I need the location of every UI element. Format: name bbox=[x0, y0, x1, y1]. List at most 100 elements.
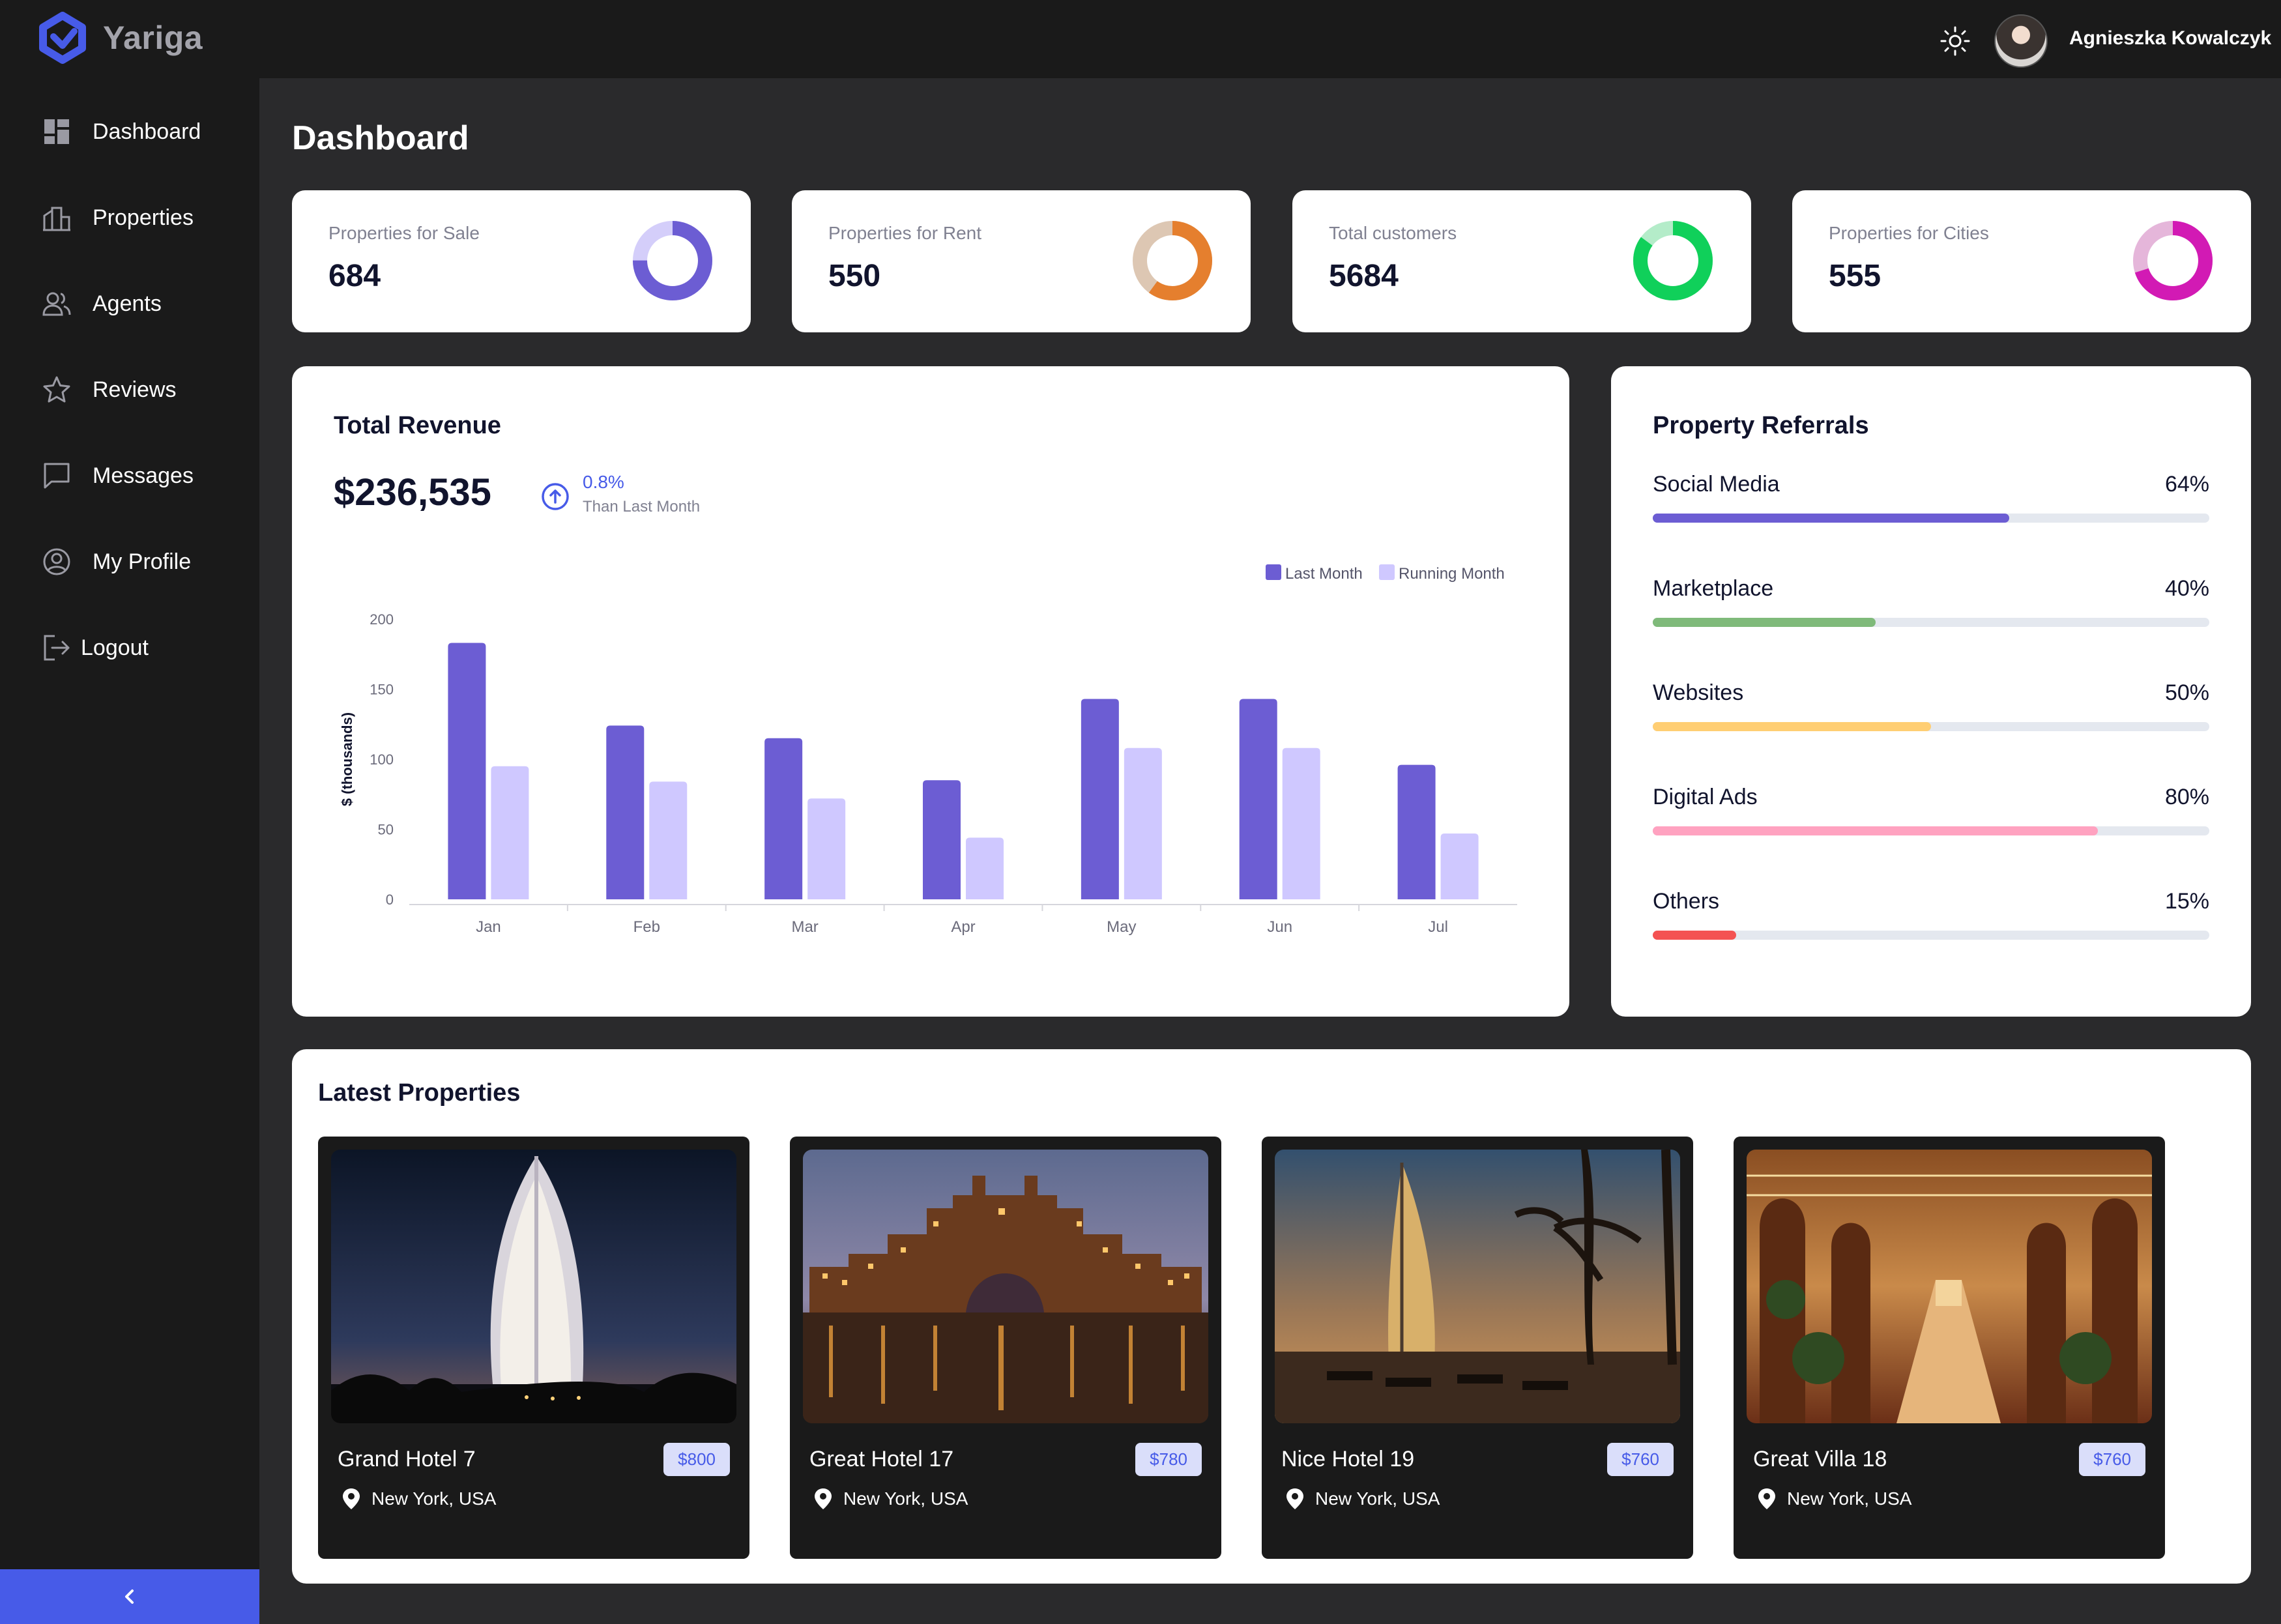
referral-progress-track bbox=[1653, 514, 2209, 523]
sidebar-item-reviews[interactable]: Reviews bbox=[42, 370, 176, 409]
legend-swatch bbox=[1379, 564, 1395, 580]
legend-swatch bbox=[1266, 564, 1281, 580]
bar-running-month[interactable] bbox=[1282, 747, 1320, 899]
sidebar-item-messages[interactable]: Messages bbox=[42, 456, 194, 495]
property-price-badge: $800 bbox=[663, 1443, 730, 1476]
property-price-badge: $760 bbox=[2079, 1443, 2145, 1476]
y-tick-label: 200 bbox=[370, 611, 394, 628]
sidebar-item-properties[interactable]: Properties bbox=[42, 198, 194, 237]
stat-value: 5684 bbox=[1329, 259, 1399, 293]
sidebar-item-label: Messages bbox=[93, 463, 194, 488]
sidebar-item-agents[interactable]: Agents bbox=[42, 284, 162, 323]
x-tick-label: Jul bbox=[1428, 918, 1448, 936]
property-image[interactable] bbox=[331, 1150, 736, 1423]
property-card[interactable]: Great Hotel 17 $780 New York, USA bbox=[790, 1137, 1221, 1559]
bar-last-month[interactable] bbox=[1239, 699, 1277, 899]
property-location-text: New York, USA bbox=[843, 1488, 968, 1509]
property-price-badge: $780 bbox=[1135, 1443, 1202, 1476]
bar-last-month[interactable] bbox=[923, 780, 961, 899]
sidebar-item-dashboard[interactable]: Dashboard bbox=[42, 112, 201, 151]
property-location-text: New York, USA bbox=[1787, 1488, 1912, 1509]
referral-name: Others bbox=[1653, 889, 1720, 914]
stat-value: 555 bbox=[1829, 259, 1881, 293]
total-revenue-card: Total Revenue $236,535 0.8% Than Last Mo… bbox=[292, 366, 1569, 1017]
sidebar-item-logout[interactable]: Logout bbox=[42, 628, 149, 667]
x-tick-label: Feb bbox=[633, 918, 660, 936]
stat-label: Properties for Cities bbox=[1829, 223, 1989, 243]
user-name: Agnieszka Kowalczyk bbox=[2069, 27, 2272, 49]
bar-last-month[interactable] bbox=[764, 738, 803, 899]
bar-running-month[interactable] bbox=[1124, 747, 1162, 899]
sidebar-collapse-button[interactable] bbox=[0, 1569, 259, 1624]
location-pin-icon bbox=[1758, 1488, 1775, 1509]
x-tick-label: Jan bbox=[476, 918, 501, 936]
app-logo[interactable]: Yariga bbox=[36, 12, 203, 64]
bar-running-month[interactable] bbox=[1440, 833, 1479, 899]
referral-progress-track bbox=[1653, 618, 2209, 627]
x-tick-label: Jun bbox=[1267, 918, 1292, 936]
stat-value: 550 bbox=[828, 259, 881, 293]
referral-percent: 80% bbox=[2164, 785, 2209, 809]
x-tick-label: Mar bbox=[791, 918, 818, 936]
card-title: Property Referrals bbox=[1653, 412, 1869, 439]
sidebar-item-label: Agents bbox=[93, 291, 162, 316]
x-tick-label: Apr bbox=[951, 918, 975, 936]
stat-label: Properties for Rent bbox=[828, 223, 981, 243]
bar-last-month[interactable] bbox=[606, 725, 645, 899]
legend-label: Last Month bbox=[1285, 565, 1363, 583]
sidebar-item-label: Logout bbox=[81, 635, 149, 660]
bar-running-month[interactable] bbox=[966, 837, 1004, 899]
stat-card-properties-for-cities: Properties for Cities 555 bbox=[1792, 190, 2251, 332]
stat-card-properties-for-sale: Properties for Sale 684 bbox=[292, 190, 751, 332]
sidebar-item-label: Dashboard bbox=[93, 119, 201, 144]
sun-icon[interactable] bbox=[1939, 25, 1971, 57]
property-card[interactable]: Nice Hotel 19 $760 New York, USA bbox=[1262, 1137, 1693, 1559]
property-image[interactable] bbox=[1747, 1150, 2152, 1423]
agents-icon bbox=[42, 292, 71, 316]
bar-last-month[interactable] bbox=[1397, 764, 1436, 899]
referral-progress-fill bbox=[1653, 826, 2099, 835]
y-tick-label: 50 bbox=[378, 822, 394, 838]
revenue-bar-chart: 0 50 100 150 200 $ (thousands) Jan Feb Mar Apr May… bbox=[339, 564, 1517, 936]
logout-icon bbox=[44, 635, 70, 661]
referral-progress-track bbox=[1653, 826, 2209, 835]
referral-name: Marketplace bbox=[1653, 576, 1774, 601]
property-location: New York, USA bbox=[341, 1487, 496, 1511]
bar-last-month[interactable] bbox=[1081, 699, 1119, 899]
bar-running-month[interactable] bbox=[649, 781, 688, 899]
profile-icon bbox=[43, 548, 70, 575]
property-card[interactable]: Great Villa 18 $760 New York, USA bbox=[1734, 1137, 2165, 1559]
sidebar-item-label: Properties bbox=[93, 205, 194, 230]
property-photo-nice-hotel bbox=[1275, 1150, 1680, 1423]
referral-progress-track bbox=[1653, 931, 2209, 940]
property-price-badge: $760 bbox=[1607, 1443, 1674, 1476]
page-title: Dashboard bbox=[292, 119, 469, 157]
property-card[interactable]: Grand Hotel 7 $800 New York, USA bbox=[318, 1137, 749, 1559]
card-title: Latest Properties bbox=[318, 1079, 521, 1107]
referral-progress-track bbox=[1653, 722, 2209, 731]
location-pin-icon bbox=[343, 1488, 360, 1509]
referral-percent: 15% bbox=[2164, 889, 2209, 914]
bar-running-month[interactable] bbox=[491, 766, 529, 899]
y-tick-label: 0 bbox=[386, 892, 394, 908]
location-pin-icon bbox=[815, 1488, 832, 1509]
x-tick-label: May bbox=[1107, 918, 1136, 936]
property-image[interactable] bbox=[803, 1150, 1208, 1423]
property-referrals-card: Property Referrals Social Media 64% Mark… bbox=[1611, 366, 2251, 1017]
bar-running-month[interactable] bbox=[807, 798, 846, 899]
referral-progress-fill bbox=[1653, 514, 2009, 523]
stat-donut-chart bbox=[633, 221, 712, 300]
sidebar-item-label: Reviews bbox=[93, 377, 177, 402]
bar-last-month[interactable] bbox=[448, 643, 486, 899]
property-photo-great-hotel bbox=[803, 1150, 1208, 1423]
avatar[interactable] bbox=[1994, 14, 2048, 68]
legend-label: Running Month bbox=[1399, 565, 1505, 583]
sidebar: Dashboard Properties Agents Reviews Mess… bbox=[0, 78, 259, 1624]
property-name: Great Villa 18 bbox=[1753, 1447, 1887, 1472]
referral-name: Digital Ads bbox=[1653, 785, 1758, 809]
y-tick-label: 100 bbox=[370, 751, 394, 768]
property-image[interactable] bbox=[1275, 1150, 1680, 1423]
property-location: New York, USA bbox=[1285, 1487, 1440, 1511]
referral-percent: 64% bbox=[2164, 472, 2209, 497]
sidebar-item-my-profile[interactable]: My Profile bbox=[42, 542, 191, 581]
